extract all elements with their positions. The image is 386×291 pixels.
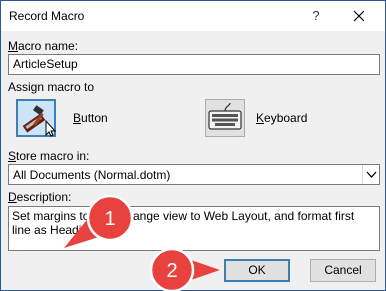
callout-2: 2	[149, 247, 220, 291]
hammer-icon	[22, 105, 56, 137]
assign-to-keyboard-button[interactable]	[205, 99, 245, 137]
close-icon	[353, 10, 365, 22]
assign-to-button-button[interactable]	[16, 99, 56, 137]
help-button[interactable]: ?	[298, 1, 334, 31]
button-option-label: Button	[73, 111, 108, 125]
close-button[interactable]	[336, 1, 382, 31]
dropdown-arrow[interactable]	[362, 165, 379, 184]
macro-name-label: Macro name:	[8, 39, 79, 53]
help-icon: ?	[312, 8, 320, 23]
dialog-title: Record Macro	[9, 9, 85, 23]
store-macro-select[interactable]: All Documents (Normal.dotm)	[8, 164, 380, 185]
keyboard-option-label: Keyboard	[256, 111, 308, 125]
cancel-button[interactable]: Cancel	[310, 259, 376, 282]
store-macro-value: All Documents (Normal.dotm)	[13, 168, 171, 182]
macro-name-input[interactable]: ArticleSetup	[8, 54, 380, 75]
assign-macro-label: Assign macro to	[8, 80, 95, 94]
title-bar: Record Macro ?	[1, 1, 385, 31]
store-macro-label: Store macro in:	[8, 149, 90, 163]
macro-name-value: ArticleSetup	[13, 57, 78, 71]
callout-1: 1	[64, 194, 134, 248]
callout-1-number: 1	[104, 208, 115, 230]
ok-button[interactable]: OK	[224, 259, 290, 282]
chevron-down-icon	[366, 171, 377, 178]
keyboard-icon	[208, 102, 242, 130]
callout-2-number: 2	[166, 260, 177, 282]
